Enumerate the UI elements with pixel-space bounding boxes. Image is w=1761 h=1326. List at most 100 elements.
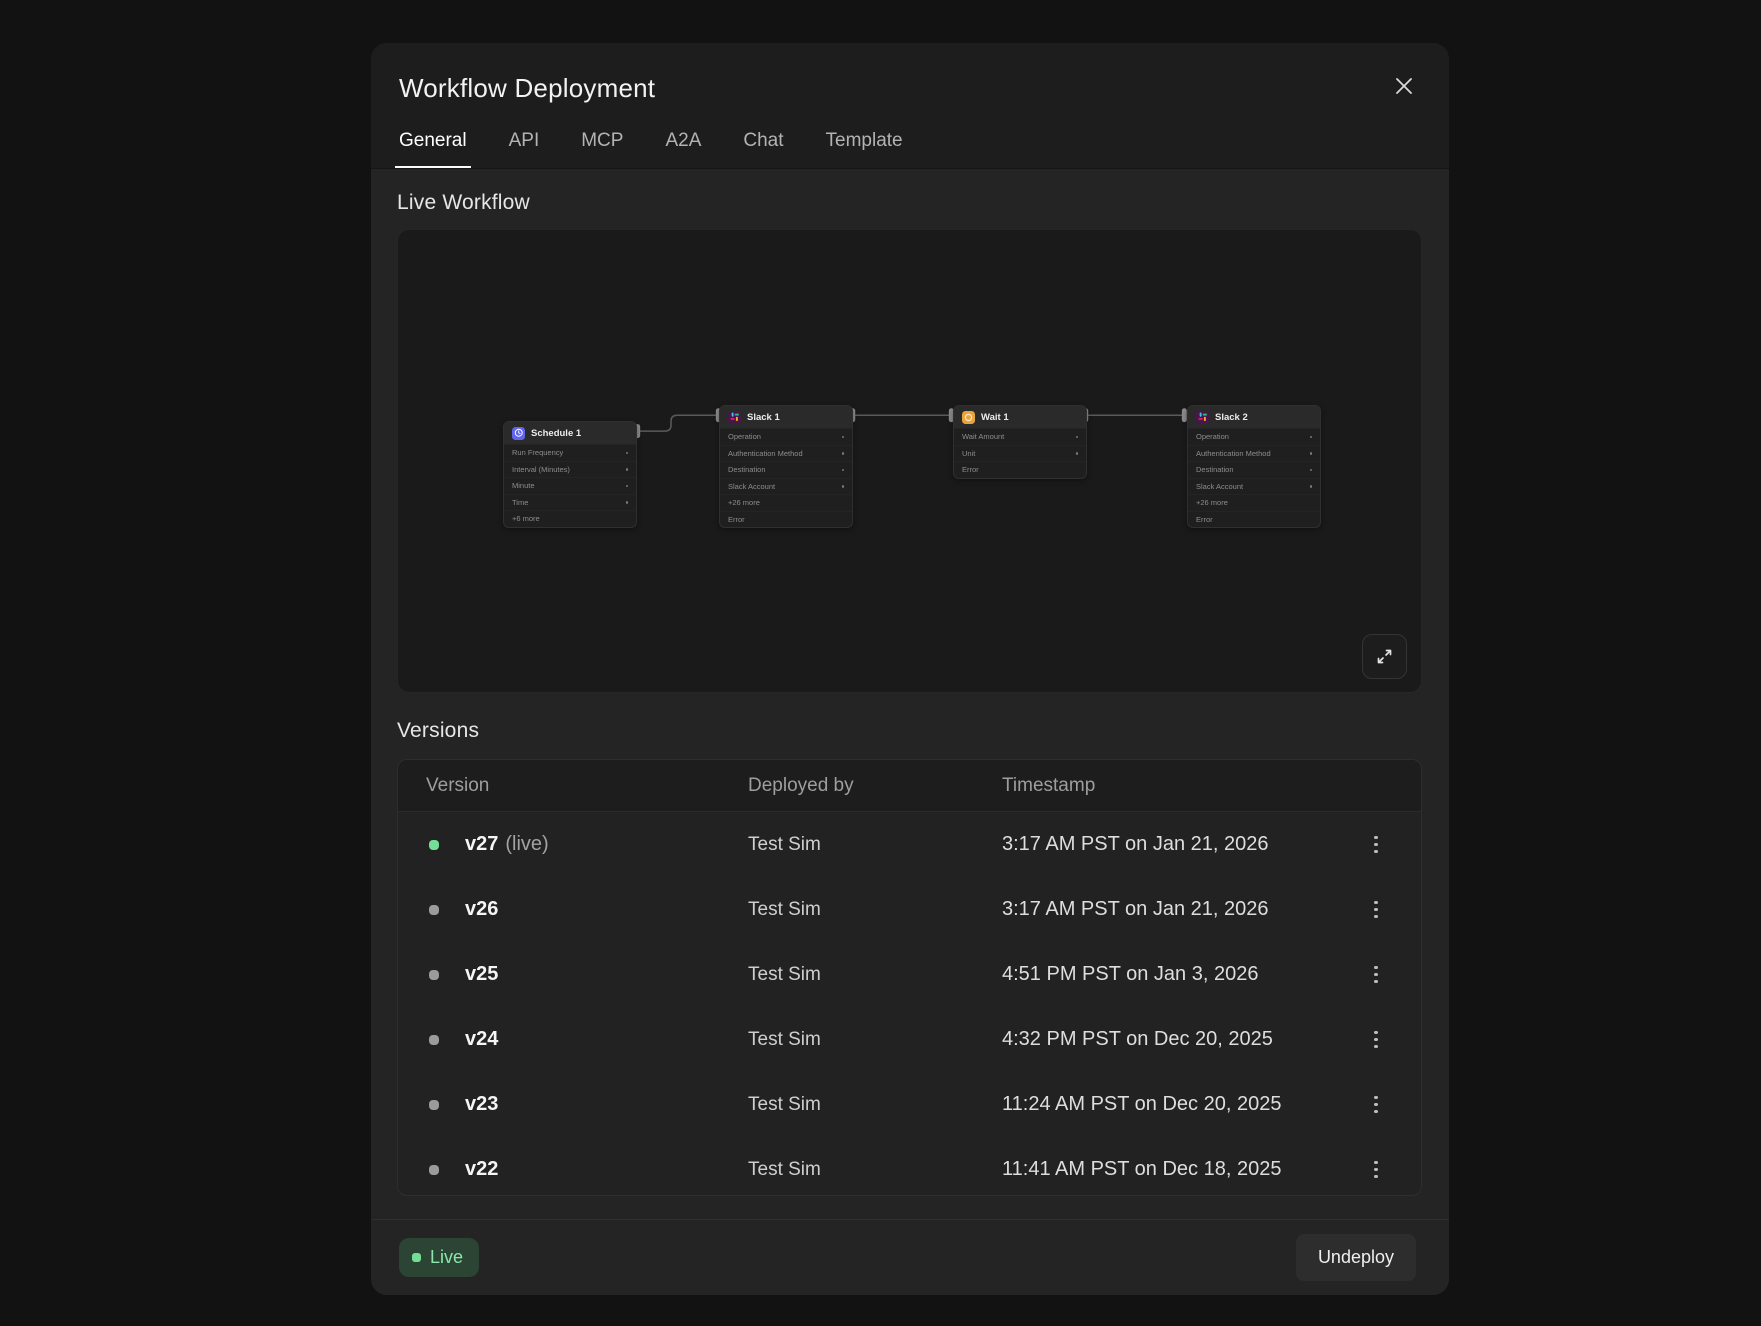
version-label: v22 — [465, 1158, 498, 1181]
live-suffix: (live) — [505, 833, 548, 855]
row-menu-kebab-icon[interactable] — [1359, 1023, 1393, 1057]
node-field-label: Error — [962, 465, 979, 474]
tab-template[interactable]: Template — [826, 130, 903, 168]
node-field-label: Destination — [728, 465, 766, 474]
undeploy-button[interactable]: Undeploy — [1296, 1234, 1416, 1281]
timestamp-cell: 11:41 AM PST on Dec 18, 2025 — [1002, 1158, 1359, 1181]
field-value-dot-icon — [842, 485, 845, 488]
deployed-by-cell: Test Sim — [748, 1029, 1002, 1051]
workflow-preview-panel: Schedule 1 Run Frequency Interval (Minutes… — [397, 229, 1422, 693]
version-dot-icon — [429, 1165, 439, 1175]
tab-a2a[interactable]: A2A — [665, 130, 701, 168]
row-menu-kebab-icon[interactable] — [1359, 1088, 1393, 1122]
workflow-node-schedule-1: Schedule 1 Run Frequency Interval (Minutes… — [503, 421, 637, 528]
field-value-dot-icon — [1076, 452, 1079, 455]
node-field-label: Operation — [728, 432, 761, 441]
field-value-dot-icon — [842, 452, 845, 455]
deployed-by-cell: Test Sim — [748, 1094, 1002, 1116]
node-field: +6 more — [504, 510, 636, 527]
clock-icon — [512, 427, 525, 440]
close-icon[interactable] — [1387, 69, 1421, 103]
node-field: Authentication Method — [720, 445, 852, 462]
live-status-label: Live — [430, 1247, 463, 1268]
node-field-label: Authentication Method — [1196, 449, 1271, 458]
version-row-v27: v27(live)Test Sim3:17 AM PST on Jan 21, … — [398, 812, 1421, 877]
node-field-label: Slack Account — [728, 482, 775, 491]
node-field: Wait Amount — [954, 428, 1086, 445]
version-dot-icon — [429, 970, 439, 980]
node-field: Operation — [720, 428, 852, 445]
node-field-label: Interval (Minutes) — [512, 465, 570, 474]
node-field: Unit — [954, 445, 1086, 462]
node-field: +26 more — [720, 494, 852, 511]
version-label: v26 — [465, 898, 498, 921]
tab-bar: General API MCP A2A Chat Template — [399, 130, 1421, 168]
versions-table: Version Deployed by Timestamp v27(live)T… — [397, 759, 1422, 1196]
version-dot-icon — [429, 905, 439, 915]
version-dot-icon — [429, 1035, 439, 1045]
version-row-v24: v24Test Sim4:32 PM PST on Dec 20, 2025 — [398, 1007, 1421, 1072]
version-row-v22: v22 Test Sim11:41 AM PST on Dec 18, 2025 — [398, 1137, 1421, 1196]
deployed-by-cell: Test Sim — [748, 1159, 1002, 1181]
node-field-label: Unit — [962, 449, 975, 458]
live-version-dot-icon — [429, 840, 439, 850]
node-field: Destination — [720, 461, 852, 478]
node-field-label: Wait Amount — [962, 432, 1004, 441]
version-label: v25 — [465, 963, 498, 986]
field-value-dot-icon — [842, 469, 845, 472]
live-status-dot-icon — [412, 1253, 421, 1262]
field-value-dot-icon — [1310, 436, 1313, 439]
tab-mcp[interactable]: MCP — [581, 130, 623, 168]
node-field-label: Operation — [1196, 432, 1229, 441]
node-title: Schedule 1 — [531, 428, 581, 439]
workflow-node-wait-1: Wait 1 Wait Amount Unit Error — [953, 405, 1087, 479]
versions-heading: Versions — [397, 719, 1423, 743]
wait-clock-icon — [962, 411, 975, 424]
field-value-dot-icon — [842, 436, 845, 439]
row-menu-kebab-icon[interactable] — [1359, 958, 1393, 992]
node-field-label: Authentication Method — [728, 449, 803, 458]
slack-icon — [728, 411, 741, 424]
timestamp-cell: 4:32 PM PST on Dec 20, 2025 — [1002, 1028, 1359, 1051]
node-field-label: Run Frequency — [512, 448, 563, 457]
workflow-node-slack-1: Slack 1 Operation Authentication Method Des… — [719, 405, 853, 528]
field-value-dot-icon — [626, 452, 629, 455]
node-field: Slack Account — [1188, 478, 1320, 495]
workflow-node-slack-2: Slack 2OperationAuthentication MethodDes… — [1187, 405, 1321, 528]
tab-chat[interactable]: Chat — [743, 130, 783, 168]
node-field: Error — [954, 461, 1086, 478]
field-value-dot-icon — [626, 485, 629, 488]
version-label: v23 — [465, 1093, 498, 1116]
field-value-dot-icon — [1076, 436, 1079, 439]
field-value-dot-icon — [626, 501, 629, 504]
field-value-dot-icon — [1310, 485, 1313, 488]
node-field: +26 more — [1188, 494, 1320, 511]
deployed-by-cell: Test Sim — [748, 899, 1002, 921]
version-row-v26: v26 Test Sim3:17 AM PST on Jan 21, 2026 — [398, 877, 1421, 942]
expand-icon[interactable] — [1362, 634, 1407, 679]
row-menu-kebab-icon[interactable] — [1359, 893, 1393, 927]
node-title: Wait 1 — [981, 412, 1009, 423]
live-workflow-heading: Live Workflow — [397, 191, 1423, 215]
row-menu-kebab-icon[interactable] — [1359, 1153, 1393, 1187]
node-field: Operation — [1188, 428, 1320, 445]
node-field: Slack Account — [720, 478, 852, 495]
versions-table-header: Version Deployed by Timestamp — [398, 760, 1421, 812]
column-version: Version — [426, 775, 748, 797]
node-field-label: +26 more — [1196, 498, 1228, 507]
node-field: Error — [720, 511, 852, 528]
node-field: Interval (Minutes) — [504, 461, 636, 478]
node-field: Run Frequency — [504, 444, 636, 461]
live-status-badge: Live — [399, 1238, 479, 1277]
node-title: Slack 1 — [747, 412, 780, 423]
tab-api[interactable]: API — [509, 130, 540, 168]
version-dot-icon — [429, 1100, 439, 1110]
slack-icon — [1196, 411, 1209, 424]
tab-general[interactable]: General — [399, 130, 467, 168]
versions-table-body: v27(live)Test Sim3:17 AM PST on Jan 21, … — [398, 812, 1421, 1196]
timestamp-cell: 3:17 AM PST on Jan 21, 2026 — [1002, 898, 1359, 921]
node-field-label: Time — [512, 498, 528, 507]
version-row-v23: v23Test Sim11:24 AM PST on Dec 20, 2025 — [398, 1072, 1421, 1137]
row-menu-kebab-icon[interactable] — [1359, 828, 1393, 862]
deployed-by-cell: Test Sim — [748, 834, 1002, 856]
